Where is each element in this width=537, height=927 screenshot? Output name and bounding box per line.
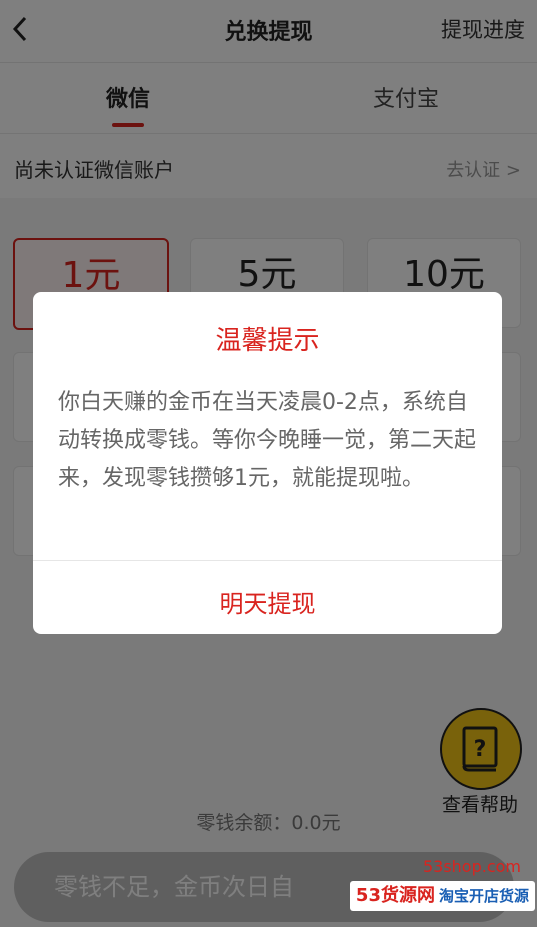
dialog-divider <box>33 560 502 561</box>
withdraw-tomorrow-button[interactable]: 明天提现 <box>33 584 502 619</box>
watermark-site: 53shop.com <box>422 857 521 876</box>
watermark-brand: 53货源网 <box>355 885 435 906</box>
watermark-badge: 53货源网 淘宝开店货源 <box>349 881 535 911</box>
watermark-slogan: 淘宝开店货源 <box>438 887 529 905</box>
watermark: 53shop.com 53货源网 淘宝开店货源 <box>343 857 535 917</box>
dialog-title: 温馨提示 <box>215 326 320 356</box>
tip-dialog: 温馨提示 你白天赚的金币在当天凌晨0-2点，系统自动转换成零钱。等你今晚睡一觉，… <box>33 292 502 634</box>
dialog-message: 你白天赚的金币在当天凌晨0-2点，系统自动转换成零钱。等你今晚睡一觉，第二天起来… <box>58 390 477 491</box>
